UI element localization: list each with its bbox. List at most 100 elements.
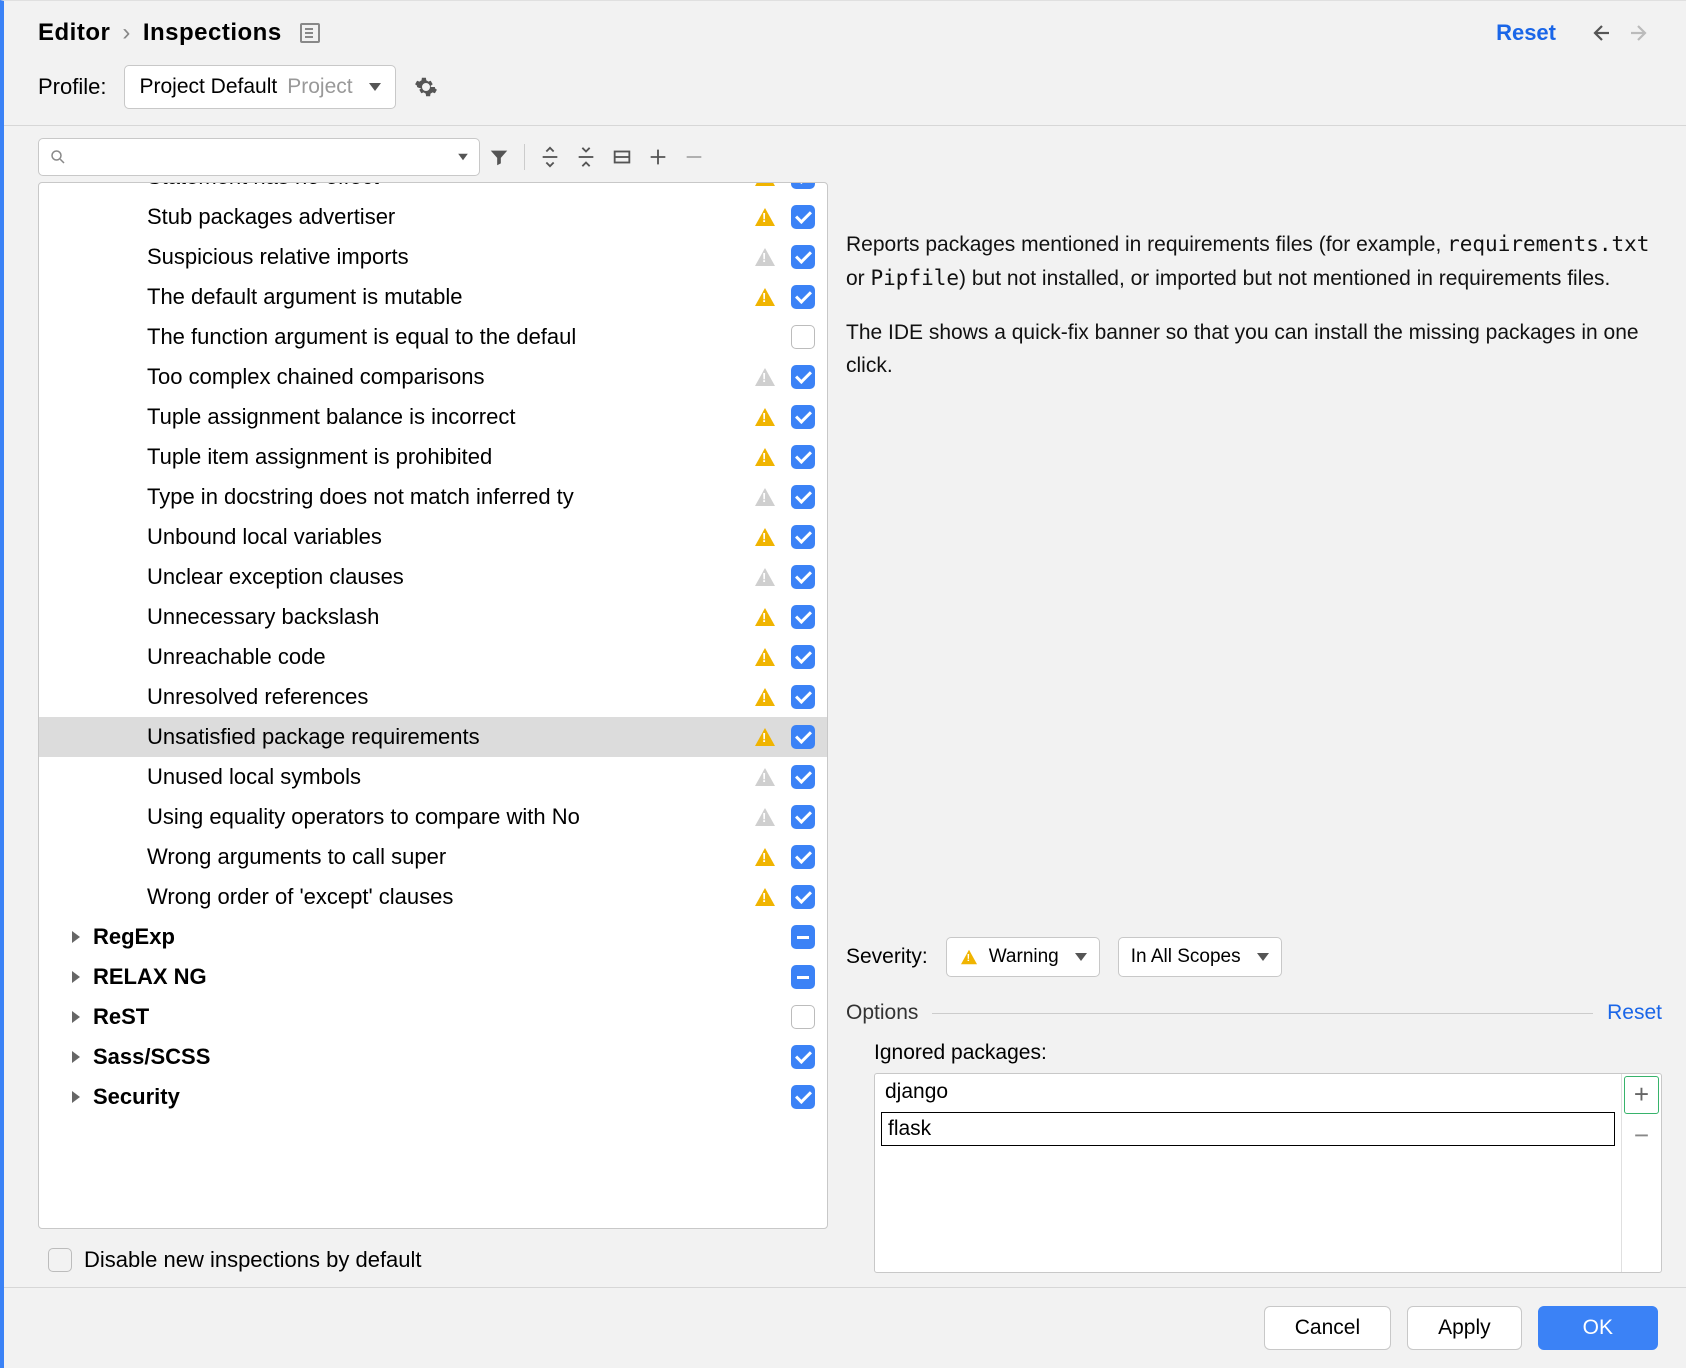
inspection-row[interactable]: Unclear exception clauses [39,557,827,597]
search-field[interactable] [73,147,445,168]
search-input[interactable] [38,138,480,176]
severity-indicator [753,183,777,186]
weak-warning-icon [755,768,775,786]
inspection-tree[interactable]: Statement has no effect Stub packages ad… [38,182,828,1229]
severity-indicator [753,608,777,626]
inspection-checkbox[interactable] [791,183,815,189]
weak-warning-icon [755,488,775,506]
show-settings-icon[interactable] [300,23,320,43]
caret-right-icon[interactable] [69,1050,83,1064]
inspection-checkbox[interactable] [791,525,815,549]
disable-new-checkbox[interactable] [48,1248,72,1272]
ignored-packages-list[interactable]: django [875,1074,1621,1272]
inspection-checkbox[interactable] [791,205,815,229]
breadcrumb-separator: › [122,19,131,47]
inspection-checkbox[interactable] [791,845,815,869]
inspection-label: Using equality operators to compare with… [147,804,749,830]
inspection-checkbox[interactable] [791,445,815,469]
reset-link[interactable]: Reset [1496,20,1556,46]
inspection-row[interactable]: The default argument is mutable [39,277,827,317]
inspection-row[interactable]: Unsatisfied package requirements [39,717,827,757]
caret-right-icon[interactable] [69,930,83,944]
warning-icon [755,648,775,666]
ok-button[interactable]: OK [1538,1306,1658,1350]
category-checkbox[interactable] [791,1005,815,1029]
inspection-row[interactable]: Statement has no effect [39,183,827,197]
inspection-row[interactable]: Unbound local variables [39,517,827,557]
inspection-checkbox[interactable] [791,805,815,829]
expand-all-icon[interactable] [533,140,567,174]
profile-combo[interactable]: Project Default Project [124,65,395,109]
inspection-checkbox[interactable] [791,605,815,629]
profile-label: Profile: [38,74,106,100]
inspection-row[interactable]: Tuple assignment balance is incorrect [39,397,827,437]
severity-combo[interactable]: Warning [946,937,1100,977]
inspection-checkbox[interactable] [791,685,815,709]
inspection-row[interactable]: Type in docstring does not match inferre… [39,477,827,517]
inspection-checkbox[interactable] [791,285,815,309]
list-item[interactable]: django [875,1074,1621,1110]
scope-combo[interactable]: In All Scopes [1118,937,1282,977]
inspection-row[interactable]: Unused local symbols [39,757,827,797]
inspection-checkbox[interactable] [791,645,815,669]
add-package-button[interactable] [1624,1076,1659,1114]
inspection-label: Wrong order of 'except' clauses [147,884,749,910]
inspection-row[interactable]: Using equality operators to compare with… [39,797,827,837]
chevron-down-icon [1075,953,1087,961]
category-checkbox[interactable] [791,965,815,989]
cancel-button[interactable]: Cancel [1264,1306,1391,1350]
category-checkbox[interactable] [791,1085,815,1109]
inspection-checkbox[interactable] [791,365,815,389]
inspection-checkbox[interactable] [791,565,815,589]
inspection-row[interactable]: Wrong arguments to call super [39,837,827,877]
breadcrumb-editor[interactable]: Editor [38,19,110,47]
profile-value: Project Default [139,75,277,99]
inspection-label: Too complex chained comparisons [147,364,749,390]
apply-button[interactable]: Apply [1407,1306,1522,1350]
inspection-label: Tuple item assignment is prohibited [147,444,749,470]
caret-right-icon[interactable] [69,1010,83,1024]
inspection-checkbox[interactable] [791,885,815,909]
inspection-row[interactable]: The function argument is equal to the de… [39,317,827,357]
caret-right-icon[interactable] [69,1090,83,1104]
inspection-row[interactable]: Unresolved references [39,677,827,717]
category-row[interactable]: Security [39,1077,827,1117]
warning-icon [755,848,775,866]
inspection-row[interactable]: Unnecessary backslash [39,597,827,637]
inspection-row[interactable]: Tuple item assignment is prohibited [39,437,827,477]
category-checkbox[interactable] [791,1045,815,1069]
caret-right-icon[interactable] [69,970,83,984]
add-icon[interactable] [641,140,675,174]
inspection-row[interactable]: Unreachable code [39,637,827,677]
filter-icon[interactable] [482,140,516,174]
inspection-row[interactable]: Wrong order of 'except' clauses [39,877,827,917]
options-reset-link[interactable]: Reset [1607,1001,1662,1025]
category-row[interactable]: RegExp [39,917,827,957]
inspection-checkbox[interactable] [791,325,815,349]
warning-icon [755,888,775,906]
back-arrow-icon[interactable] [1586,19,1614,47]
inspection-checkbox[interactable] [791,245,815,269]
inspection-row[interactable]: Too complex chained comparisons [39,357,827,397]
category-row[interactable]: RELAX NG [39,957,827,997]
reset-severity-icon[interactable] [605,140,639,174]
ignored-package-input[interactable] [881,1112,1615,1146]
inspection-checkbox[interactable] [791,765,815,789]
collapse-all-icon[interactable] [569,140,603,174]
inspection-row[interactable]: Stub packages advertiser [39,197,827,237]
category-checkbox[interactable] [791,925,815,949]
gear-icon[interactable] [414,75,438,99]
inspection-checkbox[interactable] [791,725,815,749]
remove-icon[interactable] [677,140,711,174]
category-row[interactable]: ReST [39,997,827,1037]
severity-indicator [753,208,777,226]
inspection-checkbox[interactable] [791,485,815,509]
left-column: Statement has no effect Stub packages ad… [4,126,828,1287]
remove-package-button[interactable] [1622,1116,1661,1154]
inspection-label: The default argument is mutable [147,284,749,310]
inspection-row[interactable]: Suspicious relative imports [39,237,827,277]
severity-indicator [753,488,777,506]
chevron-down-icon[interactable] [458,154,468,160]
category-row[interactable]: Sass/SCSS [39,1037,827,1077]
inspection-checkbox[interactable] [791,405,815,429]
